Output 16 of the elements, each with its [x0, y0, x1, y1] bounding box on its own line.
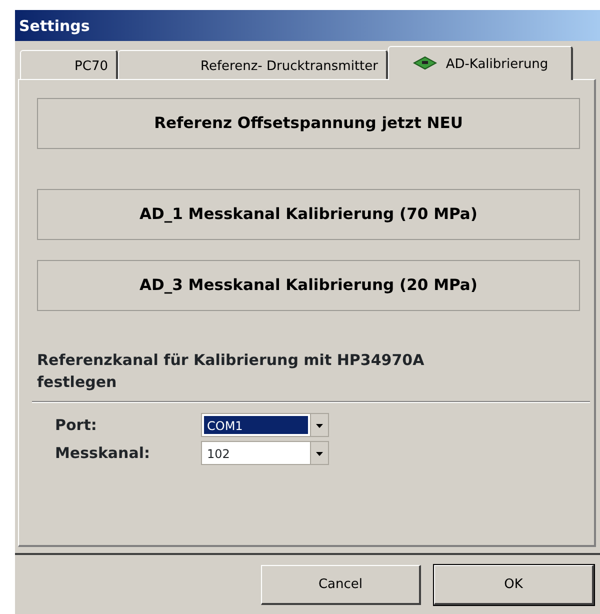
combo-box[interactable]: COM1 [201, 413, 329, 437]
tab[interactable]: Referenz- Drucktransmitter [118, 50, 388, 79]
field-label: Port: [55, 414, 98, 436]
action-button[interactable]: AD_1 Messkanal Kalibrierung (70 MPa) [37, 189, 580, 240]
dropdown-arrow-icon [316, 452, 323, 456]
combo-box[interactable]: 102 [201, 441, 329, 465]
action-button[interactable]: AD_3 Messkanal Kalibrierung (20 MPa) [37, 260, 580, 311]
action-button[interactable]: Referenz Offsetspannung jetzt NEU [37, 98, 580, 149]
field-label: Messkanal: [55, 442, 151, 464]
dialog-button[interactable]: Cancel [261, 565, 421, 605]
tab[interactable]: AD-Kalibrierung [388, 46, 573, 80]
window-title: Settings [15, 10, 600, 41]
dropdown-arrow-icon [316, 424, 323, 428]
dialog-button[interactable]: OK [434, 565, 594, 605]
section-heading: Referenzkanal für Kalibrierung mit HP34970A festlegen [37, 350, 426, 393]
tab[interactable]: PC70 [20, 50, 118, 79]
